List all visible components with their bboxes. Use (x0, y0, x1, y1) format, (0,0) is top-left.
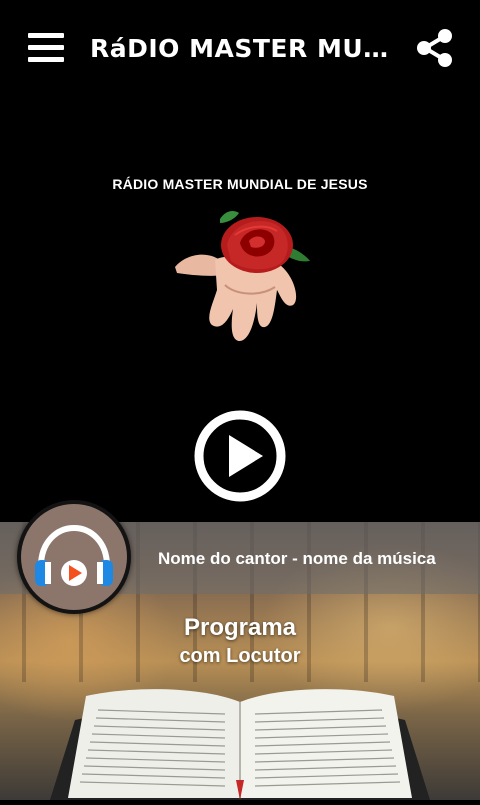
station-logo-caption: RÁDIO MASTER MUNDIAL DE JESUS (112, 176, 368, 192)
app-title: RáDIO MASTER MUNDI... (90, 34, 400, 63)
open-bible-image (40, 680, 440, 800)
now-playing-text: Nome do cantor - nome da música (158, 549, 436, 568)
hamburger-menu-icon[interactable] (28, 33, 64, 63)
program-title: Programa (183, 614, 297, 641)
share-icon[interactable] (415, 28, 455, 68)
program-host: com Locutor (179, 645, 301, 667)
play-icon[interactable] (193, 409, 287, 503)
station-logo-rose-hand (165, 205, 315, 350)
app-bar: RáDIO MASTER MUNDI... (0, 0, 480, 96)
album-cover (17, 500, 131, 614)
headphones-play-icon (35, 524, 113, 586)
